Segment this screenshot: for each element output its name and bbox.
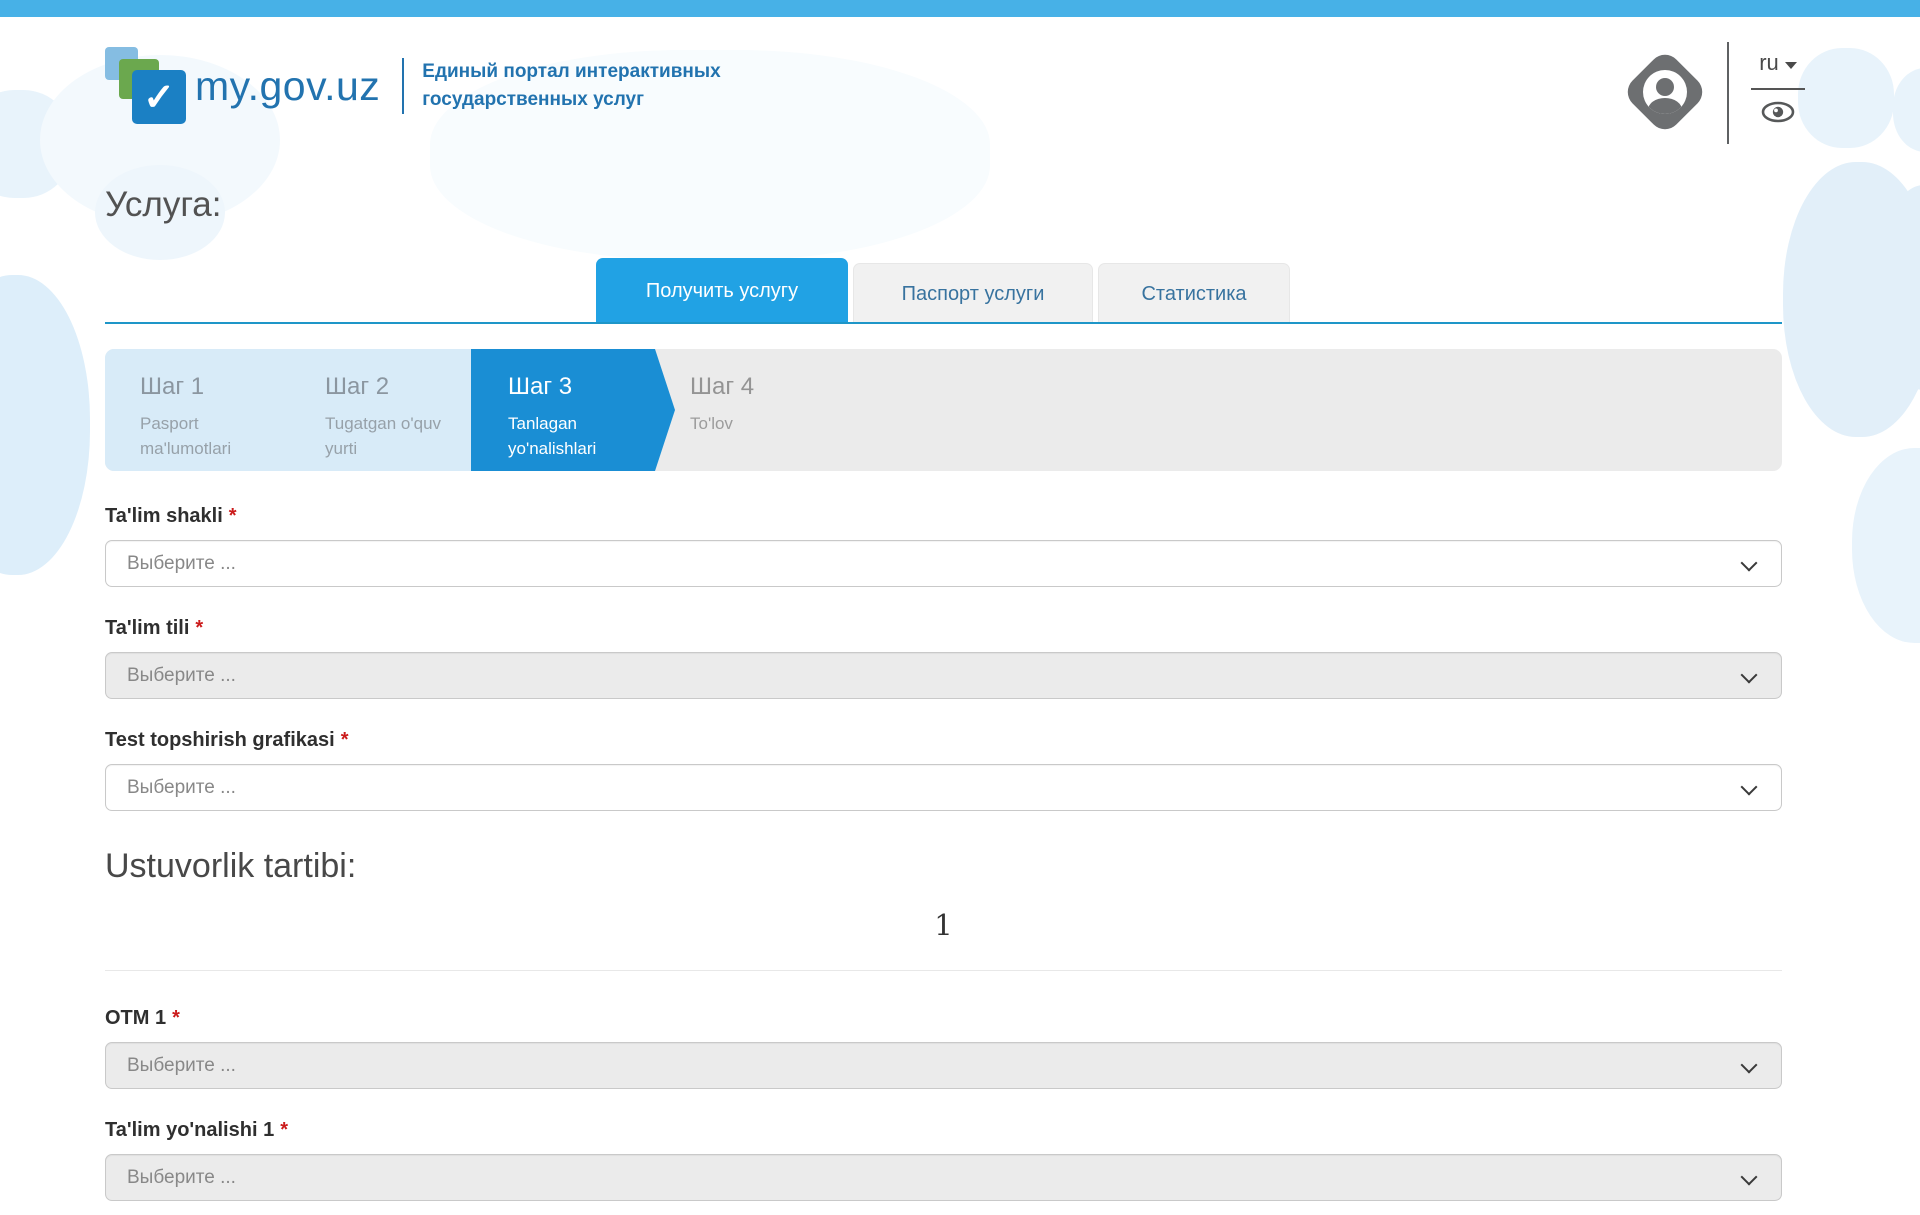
header: ✓ my.gov.uz Единый портал интерактивных …: [0, 17, 1920, 177]
tagline-line2: государственных услуг: [422, 86, 720, 114]
tab-service-passport[interactable]: Паспорт услуги: [853, 263, 1093, 324]
accessibility-eye-button[interactable]: [1761, 100, 1795, 129]
service-tabs: Получить услугу Паспорт услуги Статистик…: [105, 258, 1782, 324]
brand-name: my.gov.uz: [195, 63, 380, 110]
chevron-down-icon: [1741, 667, 1758, 684]
field-label: Ta'lim tili: [105, 617, 189, 639]
step-1[interactable]: Шаг 1 Pasport ma'lumotlari: [140, 373, 310, 461]
priority-number: 1: [105, 908, 1782, 942]
chevron-down-icon: [1741, 1057, 1758, 1074]
field-talim-tili: Ta'lim tili * Выберите ...: [105, 617, 1782, 699]
tagline-line1: Единый портал интерактивных: [422, 58, 720, 86]
logo-checkmark-icon: ✓: [132, 70, 186, 124]
field-otm-1: OTM 1 * Выберите ...: [105, 1007, 1782, 1089]
required-asterisk: *: [229, 505, 237, 527]
section-divider: [105, 970, 1782, 971]
field-talim-yonalishi-1: Ta'lim yo'nalishi 1 * Выберите ...: [105, 1119, 1782, 1201]
field-label: Ta'lim shakli: [105, 505, 223, 527]
talim-tili-select: Выберите ...: [105, 652, 1782, 699]
talim-shakli-select[interactable]: Выберите ...: [105, 540, 1782, 587]
chevron-down-icon: [1741, 1169, 1758, 1186]
required-asterisk: *: [280, 1119, 288, 1141]
language-selector[interactable]: ru: [1755, 42, 1801, 82]
site-logo[interactable]: ✓ my.gov.uz Единый портал интерактивных …: [105, 47, 721, 125]
tabs-underline: [105, 322, 1782, 324]
header-vertical-divider: [1727, 42, 1729, 144]
field-test-grafikasi: Test topshirish grafikasi * Выберите ...: [105, 729, 1782, 811]
eye-icon: [1761, 100, 1795, 124]
logo-icon: ✓: [105, 47, 187, 125]
step-3[interactable]: Шаг 3 Tanlagan yo'nalishlari: [508, 373, 678, 461]
user-account-button[interactable]: [1633, 60, 1697, 124]
page-title: Услуга:: [105, 185, 222, 225]
otm-1-select: Выберите ...: [105, 1042, 1782, 1089]
chevron-down-icon: [1741, 555, 1758, 572]
header-right: ru: [1633, 42, 1805, 172]
required-asterisk: *: [195, 617, 203, 639]
talim-yonalishi-1-select: Выберите ...: [105, 1154, 1782, 1201]
application-form: Ta'lim shakli * Выберите ... Ta'lim tili *…: [105, 505, 1782, 1201]
bg-blob: [0, 275, 90, 575]
chevron-down-icon: [1741, 779, 1758, 796]
tab-statistics[interactable]: Статистика: [1098, 263, 1290, 324]
priority-section-heading: Ustuvorlik tartibi:: [105, 847, 1782, 886]
user-avatar-icon: [1643, 70, 1687, 114]
required-asterisk: *: [341, 729, 349, 751]
step-2[interactable]: Шаг 2 Tugatgan o'quv yurti: [325, 373, 495, 461]
field-label: OTM 1: [105, 1007, 166, 1029]
field-talim-shakli: Ta'lim shakli * Выберите ...: [105, 505, 1782, 587]
step-wizard: Шаг 1 Pasport ma'lumotlari Шаг 2 Tugatga…: [105, 349, 1782, 471]
field-label: Test topshirish grafikasi: [105, 729, 335, 751]
top-accent-bar: [0, 0, 1920, 17]
language-underline: [1751, 88, 1805, 90]
step-4[interactable]: Шаг 4 To'lov: [690, 373, 860, 436]
language-label: ru: [1759, 50, 1779, 76]
tab-get-service[interactable]: Получить услугу: [596, 258, 848, 324]
logo-divider: [402, 58, 404, 114]
chevron-down-icon: [1785, 62, 1797, 69]
field-label: Ta'lim yo'nalishi 1: [105, 1119, 274, 1141]
bg-blob: [1852, 448, 1920, 643]
site-tagline: Единый портал интерактивных государствен…: [422, 58, 720, 114]
test-grafikasi-select[interactable]: Выберите ...: [105, 764, 1782, 811]
required-asterisk: *: [172, 1007, 180, 1029]
